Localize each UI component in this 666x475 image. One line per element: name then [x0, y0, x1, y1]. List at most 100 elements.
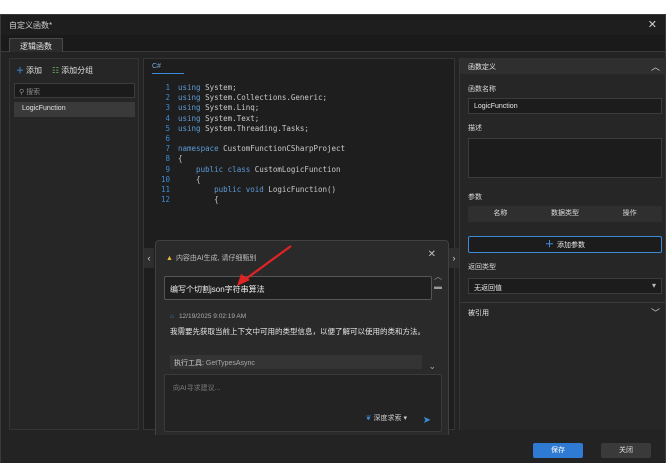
scroll-controls[interactable]: ︿ ▬	[434, 271, 444, 291]
function-toolbar: ＋添加 ☷ 添加分组	[16, 65, 93, 77]
tab-strip: 逻辑函数	[1, 35, 665, 52]
tool-call[interactable]: 执行工具: GetTypesAsync	[170, 355, 422, 369]
column-name: 名称	[493, 210, 508, 217]
chevron-down-icon[interactable]: ﹀	[651, 306, 660, 319]
add-group-button[interactable]: ☷ 添加分组	[52, 65, 93, 77]
editor-language-tab[interactable]: C#	[152, 63, 161, 70]
code-keyword: public void	[178, 185, 264, 195]
search-placeholder: 搜索	[26, 89, 41, 96]
prompt-input[interactable]: 编写个切割json字符串算法	[164, 276, 432, 300]
add-button[interactable]: ＋添加	[16, 65, 42, 77]
request-placeholder: 向AI寻求建议...	[173, 385, 221, 392]
function-definition-panel: 函数定义 ︿ 函数名称 LogicFunction 描述 参数 名称 数据类型 操…	[459, 58, 666, 430]
add-param-button[interactable]: ＋添加参数	[468, 236, 662, 253]
params-table-header: 名称 数据类型 操作	[468, 206, 662, 222]
code-line[interactable]: 6	[152, 134, 345, 144]
line-number: 3	[165, 103, 170, 113]
ai-assistant-panel: ▲ 内容由AI生成, 请仔细甄别 ✕ ︿ ▬ 编写个切割json字符串算法 ⌂ 12/…	[155, 240, 449, 440]
close-chat-icon[interactable]: ✕	[428, 249, 436, 260]
collapse-right-button[interactable]: ›	[449, 248, 459, 268]
description-label: 描述	[468, 125, 482, 132]
code-keyword: using	[178, 83, 201, 92]
annotation-arrow	[237, 245, 292, 286]
column-type: 数据类型	[551, 210, 579, 217]
save-button[interactable]: 保存	[533, 443, 583, 458]
tool-prefix: 执行工具:	[174, 360, 204, 367]
footer: 保存 关闭	[1, 435, 665, 463]
add-group-icon: ☷	[52, 66, 60, 75]
code-line[interactable]: 11 public void LogicFunction()	[152, 185, 345, 195]
search-input[interactable]: ⚲ 搜索	[14, 83, 135, 98]
code-line[interactable]: 3 using System.Linq;	[152, 103, 345, 113]
tab-underline	[152, 73, 184, 74]
code-line[interactable]: 4 using System.Text;	[152, 114, 345, 124]
function-definition-header[interactable]: 函数定义 ︿	[460, 58, 666, 74]
request-box[interactable]: 向AI寻求建议... ❦ 深度求索 ▾ ➤	[164, 374, 442, 432]
ai-message-header: ⌂ 12/19/2025 9:02:19 AM	[170, 313, 246, 320]
function-list-item[interactable]: LogicFunction	[14, 102, 135, 117]
description-field[interactable]	[468, 138, 662, 178]
tab-logic-function[interactable]: 逻辑函数	[9, 38, 63, 52]
code-text: System.Text;	[200, 113, 260, 123]
code-line[interactable]: 2 using System.Collections.Generic;	[152, 93, 345, 103]
tool-name: GetTypesAsync	[205, 360, 255, 367]
window-title: 自定义函数*	[9, 21, 53, 30]
model-selector[interactable]: ❦ 深度求索 ▾	[366, 413, 407, 423]
code-text: System.Threading.Tasks;	[200, 123, 309, 133]
code-keyword: using	[178, 123, 201, 133]
chevron-up-icon[interactable]: ︿	[651, 60, 660, 73]
code-text: {	[178, 195, 219, 205]
function-name-label: 函数名称	[468, 86, 496, 93]
params-label: 参数	[468, 194, 482, 201]
custom-function-dialog: 自定义函数* ✕ 逻辑函数 ＋添加 ☷ 添加分组 ⚲ 搜索 LogicFuncti…	[0, 14, 666, 463]
code-line[interactable]: 10 {	[152, 175, 345, 185]
return-type-select[interactable]: 无返回值 ▾	[468, 278, 662, 294]
code-text: CustomLogicFunction	[250, 164, 341, 174]
deepseek-icon: ❦	[365, 415, 372, 422]
code-line[interactable]: 8{	[152, 154, 345, 164]
code-keyword: public class	[178, 164, 251, 174]
function-name-field[interactable]: LogicFunction	[468, 98, 662, 114]
code-line[interactable]: 7 namespace CustomFunctionCSharpProject	[152, 144, 345, 154]
code-keyword: using	[178, 103, 201, 113]
code-text: LogicFunction()	[263, 185, 337, 195]
line-number: 8	[165, 154, 170, 164]
code-text: System;	[200, 83, 237, 92]
return-type-value: 无返回值	[474, 285, 502, 292]
line-number: 6	[165, 134, 170, 144]
references-section[interactable]: 被引用 ﹀	[460, 302, 666, 318]
code-text: CustomFunctionCSharpProject	[218, 144, 346, 154]
line-number: 9	[165, 164, 170, 174]
line-number: 4	[165, 113, 170, 123]
close-icon[interactable]: ✕	[648, 18, 657, 31]
line-number: 12	[160, 195, 170, 205]
code-text: System.Linq;	[200, 103, 260, 113]
code-line[interactable]: 9 public class CustomLogicFunction	[152, 165, 345, 175]
bot-icon: ⌂	[170, 313, 174, 320]
code-keyword: namespace	[178, 144, 219, 154]
code-line[interactable]: 12 {	[152, 195, 345, 205]
plus-icon: ＋	[544, 239, 554, 249]
code-text: {	[178, 154, 183, 164]
code-line[interactable]: 1 using System;	[152, 83, 345, 93]
column-action: 操作	[622, 210, 637, 217]
collapse-left-button[interactable]: ‹	[144, 248, 154, 268]
code-text: {	[178, 174, 201, 184]
plus-icon: ＋	[16, 66, 24, 75]
code-lines[interactable]: 1 using System; 2 using System.Collections.…	[152, 83, 345, 205]
line-number: 7	[165, 144, 170, 154]
line-number: 11	[160, 185, 170, 195]
code-keyword: using	[178, 113, 201, 123]
line-number: 2	[165, 93, 170, 103]
line-number: 5	[165, 123, 170, 133]
send-icon[interactable]: ➤	[423, 415, 431, 426]
code-line[interactable]: 5 using System.Threading.Tasks;	[152, 124, 345, 134]
close-button[interactable]: 关闭	[601, 443, 651, 458]
add-label: 添加	[26, 66, 42, 75]
header-label: 函数定义	[468, 64, 496, 71]
ai-message: 我需要先获取当前上下文中可用的类型信息，以便了解可以使用的类和方法。	[170, 327, 425, 336]
code-text: System.Collections.Generic;	[200, 93, 328, 103]
line-number: 1	[165, 83, 170, 92]
add-param-label: 添加参数	[557, 242, 585, 249]
chevron-down-icon[interactable]: ⌄	[428, 361, 436, 372]
